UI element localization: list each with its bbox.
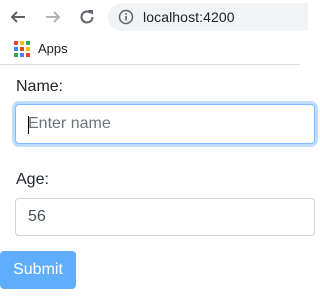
forward-arrow-icon bbox=[46, 11, 61, 23]
reload-icon bbox=[80, 10, 94, 24]
back-button[interactable] bbox=[7, 6, 29, 28]
apps-bookmark[interactable]: Apps bbox=[38, 41, 68, 56]
url-text: localhost:4200 bbox=[143, 9, 235, 25]
address-bar[interactable]: localhost:4200 bbox=[108, 3, 308, 31]
text-caret bbox=[28, 116, 29, 134]
age-input[interactable] bbox=[15, 198, 315, 236]
info-icon[interactable] bbox=[118, 9, 134, 25]
submit-button[interactable]: Submit bbox=[0, 251, 76, 289]
name-input[interactable] bbox=[15, 104, 315, 144]
forward-button[interactable] bbox=[42, 6, 64, 28]
bookmarks-bar: Apps bbox=[0, 34, 300, 65]
browser-toolbar: localhost:4200 bbox=[0, 0, 308, 34]
name-label: Name: bbox=[16, 78, 64, 95]
age-label: Age: bbox=[16, 171, 49, 188]
back-arrow-icon bbox=[10, 11, 25, 23]
apps-grid-icon[interactable] bbox=[14, 41, 30, 57]
reload-button[interactable] bbox=[76, 6, 98, 28]
